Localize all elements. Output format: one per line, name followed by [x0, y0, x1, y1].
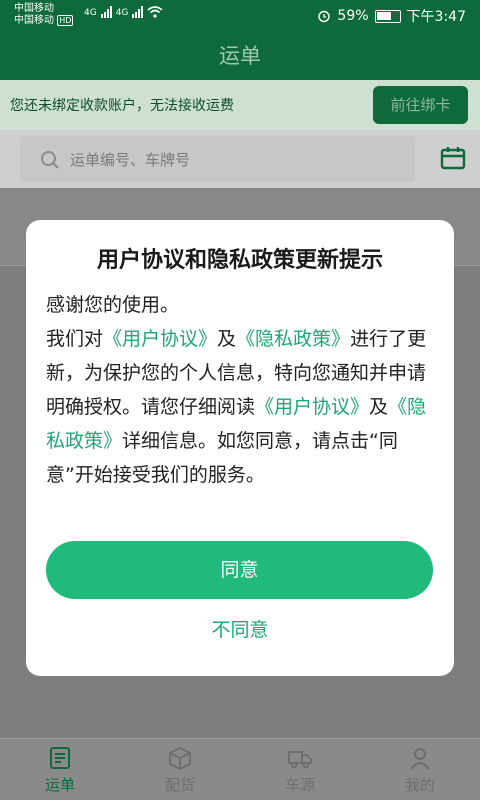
dialog-text: 及: [217, 328, 237, 350]
clock: 下午3:47: [406, 9, 466, 25]
search-placeholder: 运单编号、车牌号: [70, 151, 191, 169]
battery-icon: [374, 9, 401, 23]
tab-label: 我的: [404, 776, 435, 794]
tab-dispatch[interactable]: 配货: [120, 739, 240, 800]
package-icon: [169, 746, 191, 771]
truck-icon: [288, 751, 312, 769]
bind-account-banner: 您还未绑定收款账户，无法接收运费 前往绑卡: [0, 80, 480, 130]
battery-percent: 59%: [337, 8, 369, 24]
wifi-icon: [147, 6, 163, 18]
app-header: 运单: [0, 30, 480, 80]
agreement-dialog: 用户协议和隐私政策更新提示 感谢您的使用。 我们对《用户协议》及《隐私政策》进行…: [26, 220, 454, 676]
network-type-1: 4G: [84, 8, 97, 18]
alarm-icon: [318, 10, 331, 23]
privacy-policy-link[interactable]: 《隐私政策》: [236, 328, 350, 350]
tab-label: 运单: [44, 776, 75, 794]
signal-icon: [100, 6, 112, 18]
dialog-greeting: 感谢您的使用。: [46, 294, 180, 316]
search-area: 运单编号、车牌号: [0, 130, 480, 188]
bottom-tab-bar: 运单 配货 车源 我的: [0, 738, 480, 800]
bind-account-message: 您还未绑定收款账户，无法接收运费: [10, 98, 234, 114]
tab-label: 配货: [164, 776, 195, 794]
dialog-text: 及: [369, 396, 389, 418]
page-title: 运单: [219, 44, 261, 68]
person-icon: [410, 748, 430, 770]
disagree-button[interactable]: 不同意: [26, 615, 454, 642]
tab-label: 车源: [284, 776, 315, 794]
agree-button[interactable]: 同意: [46, 541, 433, 599]
carrier-2: 中国移动: [14, 15, 54, 26]
calendar-icon[interactable]: [440, 146, 466, 170]
network-type-2: 4G: [115, 8, 129, 18]
carrier-1: 中国移动: [14, 3, 54, 14]
search-input[interactable]: 运单编号、车牌号: [20, 136, 415, 182]
hd-badge: HD: [57, 15, 74, 26]
tab-profile[interactable]: 我的: [360, 739, 480, 800]
signal-icon: [132, 6, 144, 18]
tab-vehicles[interactable]: 车源: [240, 739, 360, 800]
status-right: 59% 下午3:47: [317, 6, 466, 26]
waybill-icon: [50, 747, 70, 769]
search-icon: [41, 151, 59, 169]
dialog-body: 感谢您的使用。 我们对《用户协议》及《隐私政策》进行了更新，为保护您的个人信息，…: [46, 288, 436, 492]
carrier-info: 中国移动 中国移动 HD: [14, 3, 74, 27]
tab-waybill[interactable]: 运单: [0, 739, 120, 800]
user-agreement-link[interactable]: 《用户协议》: [103, 328, 217, 350]
dialog-title: 用户协议和隐私政策更新提示: [96, 248, 383, 273]
status-bar: 中国移动 中国移动 HD 4G 4G 59% 下午3:47: [0, 0, 480, 30]
dialog-text: 我们对: [46, 328, 104, 350]
dialog-paragraph: 我们对《用户协议》及《隐私政策》进行了更新，为保护您的个人信息，特向您通知并申请…: [46, 322, 436, 492]
network-indicators: 4G 4G: [84, 6, 163, 18]
go-bind-card-button[interactable]: 前往绑卡: [373, 86, 468, 124]
user-agreement-link[interactable]: 《用户协议》: [255, 396, 369, 418]
